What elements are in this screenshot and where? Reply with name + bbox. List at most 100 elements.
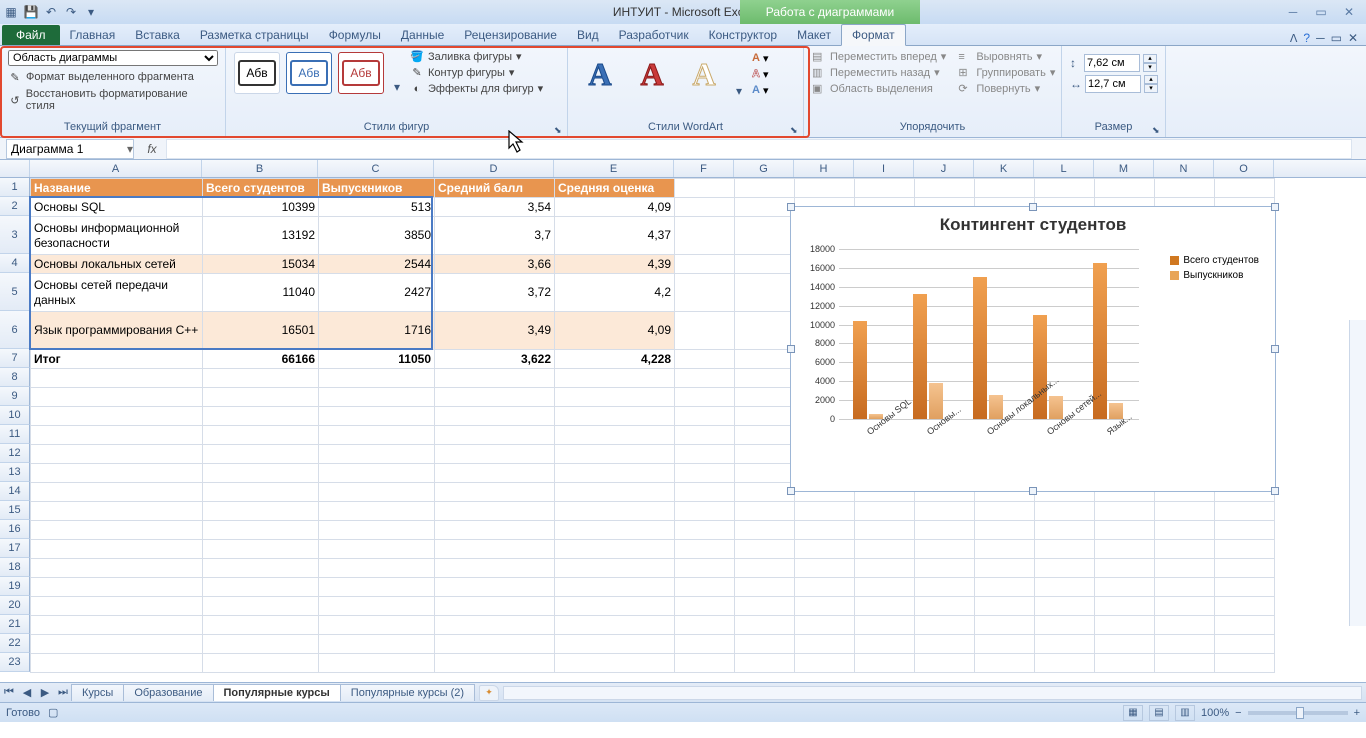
wordart-style-2[interactable]: A — [628, 50, 676, 98]
cell[interactable] — [555, 597, 675, 616]
cell[interactable] — [795, 654, 855, 673]
cell[interactable] — [203, 388, 319, 407]
tab-formulas[interactable]: Формулы — [319, 25, 391, 45]
cell[interactable]: 4,39 — [555, 255, 675, 274]
cell[interactable] — [975, 635, 1035, 654]
cell[interactable]: 3,49 — [435, 312, 555, 350]
cell[interactable] — [203, 521, 319, 540]
shape-style-1[interactable]: Абв — [234, 52, 280, 94]
tab-data[interactable]: Данные — [391, 25, 454, 45]
cell[interactable] — [735, 274, 795, 312]
row-header[interactable]: 15 — [0, 501, 30, 520]
ribbon-minimize-icon[interactable]: ᐱ — [1290, 32, 1298, 45]
workbook-restore-icon[interactable]: ▭ — [1331, 31, 1342, 45]
column-header[interactable]: C — [318, 160, 434, 177]
cell[interactable] — [435, 426, 555, 445]
cell[interactable] — [1095, 597, 1155, 616]
cell[interactable] — [203, 445, 319, 464]
shape-fill-button[interactable]: 🪣Заливка фигуры ▾ — [410, 50, 543, 63]
zoom-slider[interactable] — [1248, 711, 1348, 715]
minimize-icon[interactable]: ─ — [1282, 4, 1304, 20]
row-header[interactable]: 1 — [0, 178, 30, 197]
cell[interactable]: 4,09 — [555, 198, 675, 217]
cell[interactable] — [915, 502, 975, 521]
cell[interactable] — [1035, 559, 1095, 578]
cell[interactable] — [975, 179, 1035, 198]
cell[interactable] — [1035, 578, 1095, 597]
cell[interactable] — [319, 597, 435, 616]
cell[interactable] — [203, 369, 319, 388]
cell[interactable] — [735, 578, 795, 597]
cell[interactable] — [1215, 654, 1275, 673]
row-header[interactable]: 16 — [0, 520, 30, 539]
cell[interactable] — [31, 388, 203, 407]
cell[interactable] — [795, 521, 855, 540]
cell[interactable] — [319, 654, 435, 673]
cell[interactable] — [1155, 559, 1215, 578]
cell[interactable] — [675, 540, 735, 559]
cell[interactable]: 3,622 — [435, 350, 555, 369]
formula-input[interactable] — [166, 139, 1352, 159]
tab-chart-format[interactable]: Формат — [841, 24, 906, 46]
cell[interactable] — [555, 559, 675, 578]
cell[interactable] — [795, 540, 855, 559]
cell[interactable] — [675, 635, 735, 654]
sheet-nav-first-icon[interactable]: ⏮ — [0, 684, 18, 702]
tab-chart-layout[interactable]: Макет — [787, 25, 841, 45]
chart-title[interactable]: Контингент студентов — [799, 215, 1267, 235]
cell[interactable] — [735, 635, 795, 654]
cell[interactable] — [735, 217, 795, 255]
column-header[interactable]: G — [734, 160, 794, 177]
cell[interactable] — [975, 597, 1035, 616]
vertical-scrollbar[interactable] — [1349, 320, 1366, 626]
row-header[interactable]: 23 — [0, 653, 30, 672]
cell[interactable] — [319, 388, 435, 407]
row-header[interactable]: 6 — [0, 311, 30, 349]
cell[interactable] — [319, 616, 435, 635]
cell[interactable] — [203, 464, 319, 483]
cell[interactable] — [735, 616, 795, 635]
cell[interactable] — [203, 654, 319, 673]
send-backward-button[interactable]: ▥Переместить назад ▾ — [812, 66, 946, 79]
cell[interactable] — [735, 445, 795, 464]
text-fill-button[interactable]: A▾ — [752, 52, 768, 65]
qat-customize-icon[interactable]: ▾ — [82, 3, 100, 21]
sheet-tab[interactable]: Популярные курсы — [213, 684, 341, 701]
cell[interactable] — [555, 426, 675, 445]
cell[interactable] — [1155, 635, 1215, 654]
cell[interactable] — [555, 521, 675, 540]
cell[interactable] — [555, 616, 675, 635]
cell[interactable] — [203, 559, 319, 578]
cell[interactable] — [31, 540, 203, 559]
group-objects-button[interactable]: ⊞Группировать ▾ — [958, 66, 1055, 79]
cell[interactable] — [675, 426, 735, 445]
close-icon[interactable]: ✕ — [1338, 4, 1360, 20]
zoom-level[interactable]: 100% — [1201, 707, 1229, 719]
cell[interactable] — [735, 426, 795, 445]
cell[interactable]: 13192 — [203, 217, 319, 255]
cell[interactable] — [855, 179, 915, 198]
cell[interactable] — [31, 597, 203, 616]
wordart-style-3[interactable]: A — [680, 50, 728, 98]
cell[interactable] — [675, 445, 735, 464]
cell[interactable] — [1215, 559, 1275, 578]
cell[interactable]: Основы информационной безопасности — [31, 217, 203, 255]
zoom-out-button[interactable]: − — [1235, 707, 1241, 719]
cell[interactable] — [735, 350, 795, 369]
cell[interactable] — [203, 426, 319, 445]
cell[interactable] — [319, 445, 435, 464]
cell[interactable]: 2427 — [319, 274, 435, 312]
cell[interactable]: 4,2 — [555, 274, 675, 312]
cell[interactable] — [1155, 654, 1215, 673]
cell[interactable] — [435, 407, 555, 426]
cell[interactable] — [1215, 502, 1275, 521]
chart-legend[interactable]: Всего студентовВыпускников — [1170, 255, 1259, 285]
cell[interactable] — [1095, 616, 1155, 635]
width-input[interactable] — [1085, 75, 1141, 93]
format-selection-button[interactable]: ✎Формат выделенного фрагмента — [8, 68, 217, 86]
cell[interactable] — [675, 616, 735, 635]
wordart-more[interactable]: ▾ — [732, 50, 746, 98]
redo-icon[interactable]: ↷ — [62, 3, 80, 21]
cell[interactable] — [1035, 540, 1095, 559]
zoom-in-button[interactable]: + — [1354, 707, 1360, 719]
